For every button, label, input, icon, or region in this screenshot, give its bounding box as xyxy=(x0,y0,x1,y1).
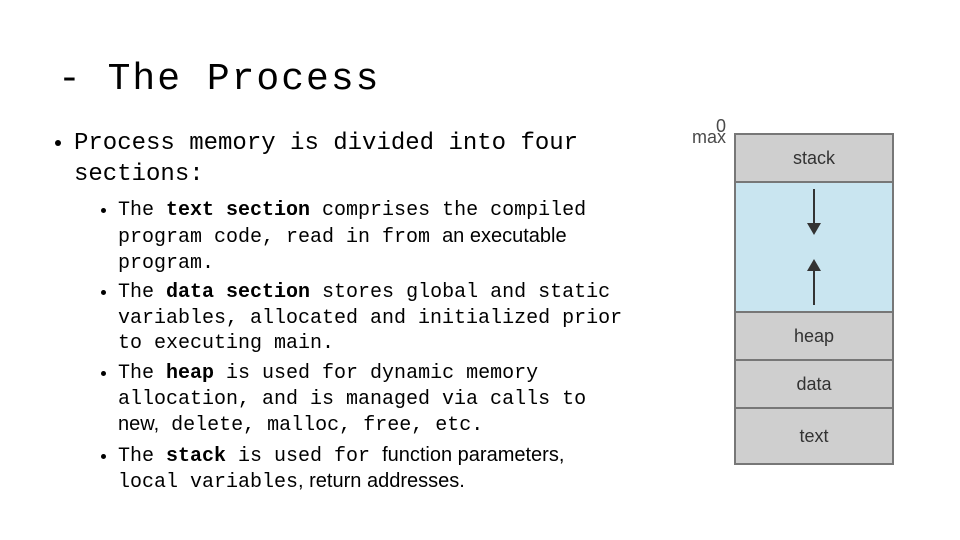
b4-bold: stack xyxy=(166,445,226,468)
b3-tail: delete, malloc, free, etc. xyxy=(159,414,483,437)
b3-bold: heap xyxy=(166,362,214,385)
b4-mid: local variables xyxy=(118,471,298,494)
segment-data: data xyxy=(736,361,892,409)
b2-bold: data section xyxy=(166,281,310,304)
bullet-text-section: The text section comprises the compiled … xyxy=(118,198,630,276)
b4-sans1: function parameters, xyxy=(382,444,564,466)
b3-sans: new, xyxy=(118,413,159,435)
intro-bullet: Process memory is divided into four sect… xyxy=(74,129,630,496)
b1-sans: an executable xyxy=(442,225,567,247)
b1-bold: text section xyxy=(166,199,310,222)
segment-heap: heap xyxy=(736,313,892,361)
b4-pre: The xyxy=(118,445,166,468)
bullet-stack: The stack is used for function parameter… xyxy=(118,443,630,496)
list-level1: Process memory is divided into four sect… xyxy=(40,129,630,496)
slide: - The Process Process memory is divided … xyxy=(0,0,960,540)
bullet-data-section: The data section stores global and stati… xyxy=(118,280,630,357)
axis-label-zero: 0 xyxy=(716,116,726,137)
slide-title: - The Process xyxy=(58,58,910,101)
b3-pre: The xyxy=(118,362,166,385)
memory-box: stack heap data text xyxy=(734,133,894,465)
segment-gap xyxy=(736,183,892,313)
intro-text: Process memory is divided into four sect… xyxy=(74,130,578,188)
slide-body: Process memory is divided into four sect… xyxy=(40,129,910,502)
text-column: Process memory is divided into four sect… xyxy=(40,129,640,502)
b2-pre: The xyxy=(118,281,166,304)
b4-sans2: , return addresses. xyxy=(298,470,465,492)
b4-post: is used for xyxy=(226,445,382,468)
list-level2: The text section comprises the compiled … xyxy=(74,198,630,496)
memory-diagram: max 0 stack heap data text xyxy=(640,129,910,133)
arrow-up-icon xyxy=(813,261,815,305)
bullet-heap: The heap is used for dynamic memory allo… xyxy=(118,361,630,439)
segment-text: text xyxy=(736,409,892,463)
segment-stack: stack xyxy=(736,135,892,183)
b1-tail: program. xyxy=(118,252,214,275)
arrow-down-icon xyxy=(813,189,815,233)
b1-pre: The xyxy=(118,199,166,222)
